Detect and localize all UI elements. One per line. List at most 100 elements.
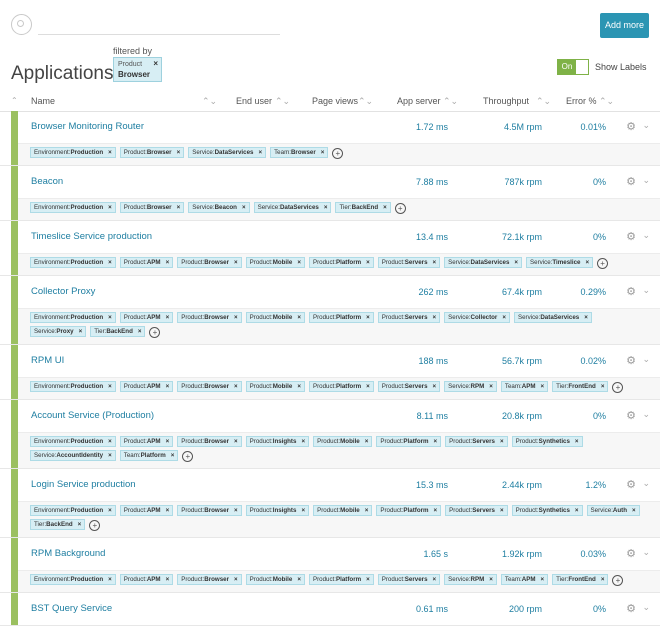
remove-tag-icon[interactable]: × [108,576,112,583]
remove-tag-icon[interactable]: × [234,259,238,266]
col-throughput[interactable]: Throughput [483,96,529,106]
chevron-down-icon[interactable]: ⌄ [642,285,650,296]
add-more-button[interactable]: Add more [600,13,649,38]
add-label-icon[interactable]: + [612,575,624,586]
remove-tag-icon[interactable]: × [383,204,387,211]
add-label-icon[interactable]: + [332,148,344,159]
application-name-link[interactable]: Beacon [31,176,63,187]
search-icon[interactable] [11,14,32,35]
remove-tag-icon[interactable]: × [366,383,370,390]
sort-icon[interactable]: ⌃⌄ [599,96,614,107]
remove-tag-icon[interactable]: × [79,328,83,335]
remove-tag-icon[interactable]: × [365,507,369,514]
remove-tag-icon[interactable]: × [234,383,238,390]
remove-tag-icon[interactable]: × [242,204,246,211]
remove-tag-icon[interactable]: × [365,438,369,445]
remove-tag-icon[interactable]: × [166,576,170,583]
col-name[interactable]: Name [31,96,55,106]
remove-tag-icon[interactable]: × [108,259,112,266]
show-labels-toggle[interactable]: On [557,59,589,75]
gear-icon[interactable]: ⚙ [626,547,636,560]
remove-tag-icon[interactable]: × [366,314,370,321]
application-name-link[interactable]: BST Query Service [31,603,112,614]
remove-tag-icon[interactable]: × [166,259,170,266]
gear-icon[interactable]: ⚙ [626,354,636,367]
remove-tag-icon[interactable]: × [234,576,238,583]
remove-tag-icon[interactable]: × [108,452,112,459]
remove-tag-icon[interactable]: × [575,507,579,514]
remove-tag-icon[interactable]: × [575,438,579,445]
chevron-down-icon[interactable]: ⌄ [642,120,650,131]
remove-tag-icon[interactable]: × [324,204,328,211]
gear-icon[interactable]: ⚙ [626,602,636,615]
application-name-link[interactable]: Timeslice Service production [31,231,152,242]
gear-icon[interactable]: ⚙ [626,478,636,491]
application-name-link[interactable]: RPM Background [31,548,105,559]
remove-tag-icon[interactable]: × [166,383,170,390]
remove-tag-icon[interactable]: × [297,576,301,583]
remove-tag-icon[interactable]: × [601,576,605,583]
remove-tag-icon[interactable]: × [433,576,437,583]
collapse-all-icon[interactable]: ⌃ [11,96,18,105]
add-label-icon[interactable]: + [182,451,194,462]
remove-tag-icon[interactable]: × [166,507,170,514]
remove-tag-icon[interactable]: × [301,438,305,445]
add-label-icon[interactable]: + [149,327,161,338]
gear-icon[interactable]: ⚙ [626,409,636,422]
chevron-down-icon[interactable]: ⌄ [642,409,650,420]
add-label-icon[interactable]: + [89,520,101,531]
chevron-down-icon[interactable]: ⌄ [642,478,650,489]
remove-tag-icon[interactable]: × [234,507,238,514]
remove-tag-icon[interactable]: × [366,259,370,266]
add-label-icon[interactable]: + [597,258,609,269]
remove-tag-icon[interactable]: × [234,438,238,445]
remove-tag-icon[interactable]: × [321,149,325,156]
remove-tag-icon[interactable]: × [433,259,437,266]
remove-tag-icon[interactable]: × [541,383,545,390]
chevron-down-icon[interactable]: ⌄ [642,547,650,558]
remove-tag-icon[interactable]: × [108,438,112,445]
remove-tag-icon[interactable]: × [258,149,262,156]
sort-icon[interactable]: ⌃⌄ [443,96,458,107]
chevron-down-icon[interactable]: ⌄ [642,230,650,241]
remove-tag-icon[interactable]: × [108,149,112,156]
application-name-link[interactable]: Collector Proxy [31,286,95,297]
remove-tag-icon[interactable]: × [108,383,112,390]
gear-icon[interactable]: ⚙ [626,230,636,243]
remove-tag-icon[interactable]: × [108,507,112,514]
application-name-link[interactable]: Browser Monitoring Router [31,121,144,132]
remove-tag-icon[interactable]: × [108,314,112,321]
remove-tag-icon[interactable]: × [502,314,506,321]
gear-icon[interactable]: ⚙ [626,285,636,298]
remove-tag-icon[interactable]: × [297,314,301,321]
col-app-server[interactable]: App server [397,96,441,106]
application-name-link[interactable]: Login Service production [31,479,136,490]
add-label-icon[interactable]: + [394,203,406,214]
remove-tag-icon[interactable]: × [632,507,636,514]
col-error[interactable]: Error % [566,96,597,106]
remove-tag-icon[interactable]: × [301,507,305,514]
remove-tag-icon[interactable]: × [171,452,175,459]
sort-icon[interactable]: ⌃⌄ [358,96,373,107]
remove-tag-icon[interactable]: × [500,507,504,514]
remove-filter-icon[interactable]: × [153,59,158,69]
remove-tag-icon[interactable]: × [166,438,170,445]
remove-tag-icon[interactable]: × [514,259,518,266]
sort-icon[interactable]: ⌃⌄ [202,96,217,107]
search-input[interactable] [38,34,280,35]
gear-icon[interactable]: ⚙ [626,120,636,133]
remove-tag-icon[interactable]: × [177,204,181,211]
remove-tag-icon[interactable]: × [166,314,170,321]
remove-tag-icon[interactable]: × [366,576,370,583]
remove-tag-icon[interactable]: × [433,383,437,390]
col-end-user[interactable]: End user [236,96,272,106]
remove-tag-icon[interactable]: × [489,576,493,583]
remove-tag-icon[interactable]: × [541,576,545,583]
remove-tag-icon[interactable]: × [434,438,438,445]
application-name-link[interactable]: Account Service (Production) [31,410,154,421]
sort-icon[interactable]: ⌃⌄ [275,96,290,107]
remove-tag-icon[interactable]: × [297,259,301,266]
remove-tag-icon[interactable]: × [585,259,589,266]
remove-tag-icon[interactable]: × [489,383,493,390]
remove-tag-icon[interactable]: × [433,314,437,321]
